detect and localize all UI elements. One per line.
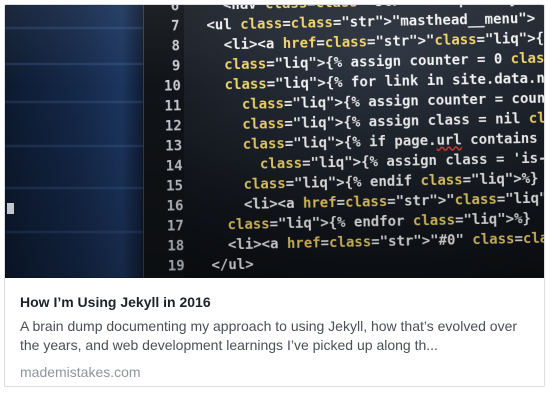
line-number: 12	[164, 118, 182, 135]
code-text: </ul>	[194, 256, 254, 274]
line-number: 16	[166, 198, 184, 215]
preview-image[interactable]: 6 <nav class=class="str">"nav-primary" c…	[5, 5, 544, 278]
link-preview-card[interactable]: 6 <nav class=class="str">"nav-primary" c…	[4, 4, 545, 387]
preview-description: A brain dump documenting my approach to …	[20, 318, 518, 353]
code-snippet: 6 <nav class=class="str">"nav-primary" c…	[143, 5, 544, 278]
preview-domain: mademistakes.com	[20, 364, 141, 380]
preview-title[interactable]: How I’m Using Jekyll in 2016	[20, 293, 529, 311]
line-number: 19	[167, 258, 185, 275]
line-number: 9	[171, 58, 181, 75]
line-number: 7	[171, 18, 180, 35]
line-number: 18	[167, 238, 185, 255]
preview-text: How I’m Using Jekyll in 2016 A brain dum…	[5, 278, 544, 381]
line-number: 15	[165, 178, 184, 195]
line-number: 10	[163, 78, 182, 95]
line-number: 8	[171, 38, 181, 55]
screen-cursor	[7, 203, 14, 214]
line-number: 11	[164, 98, 182, 115]
line-number: 17	[166, 218, 184, 235]
line-number: 13	[165, 138, 183, 155]
line-number: 14	[165, 158, 183, 175]
blurred-side-panel	[5, 5, 143, 278]
